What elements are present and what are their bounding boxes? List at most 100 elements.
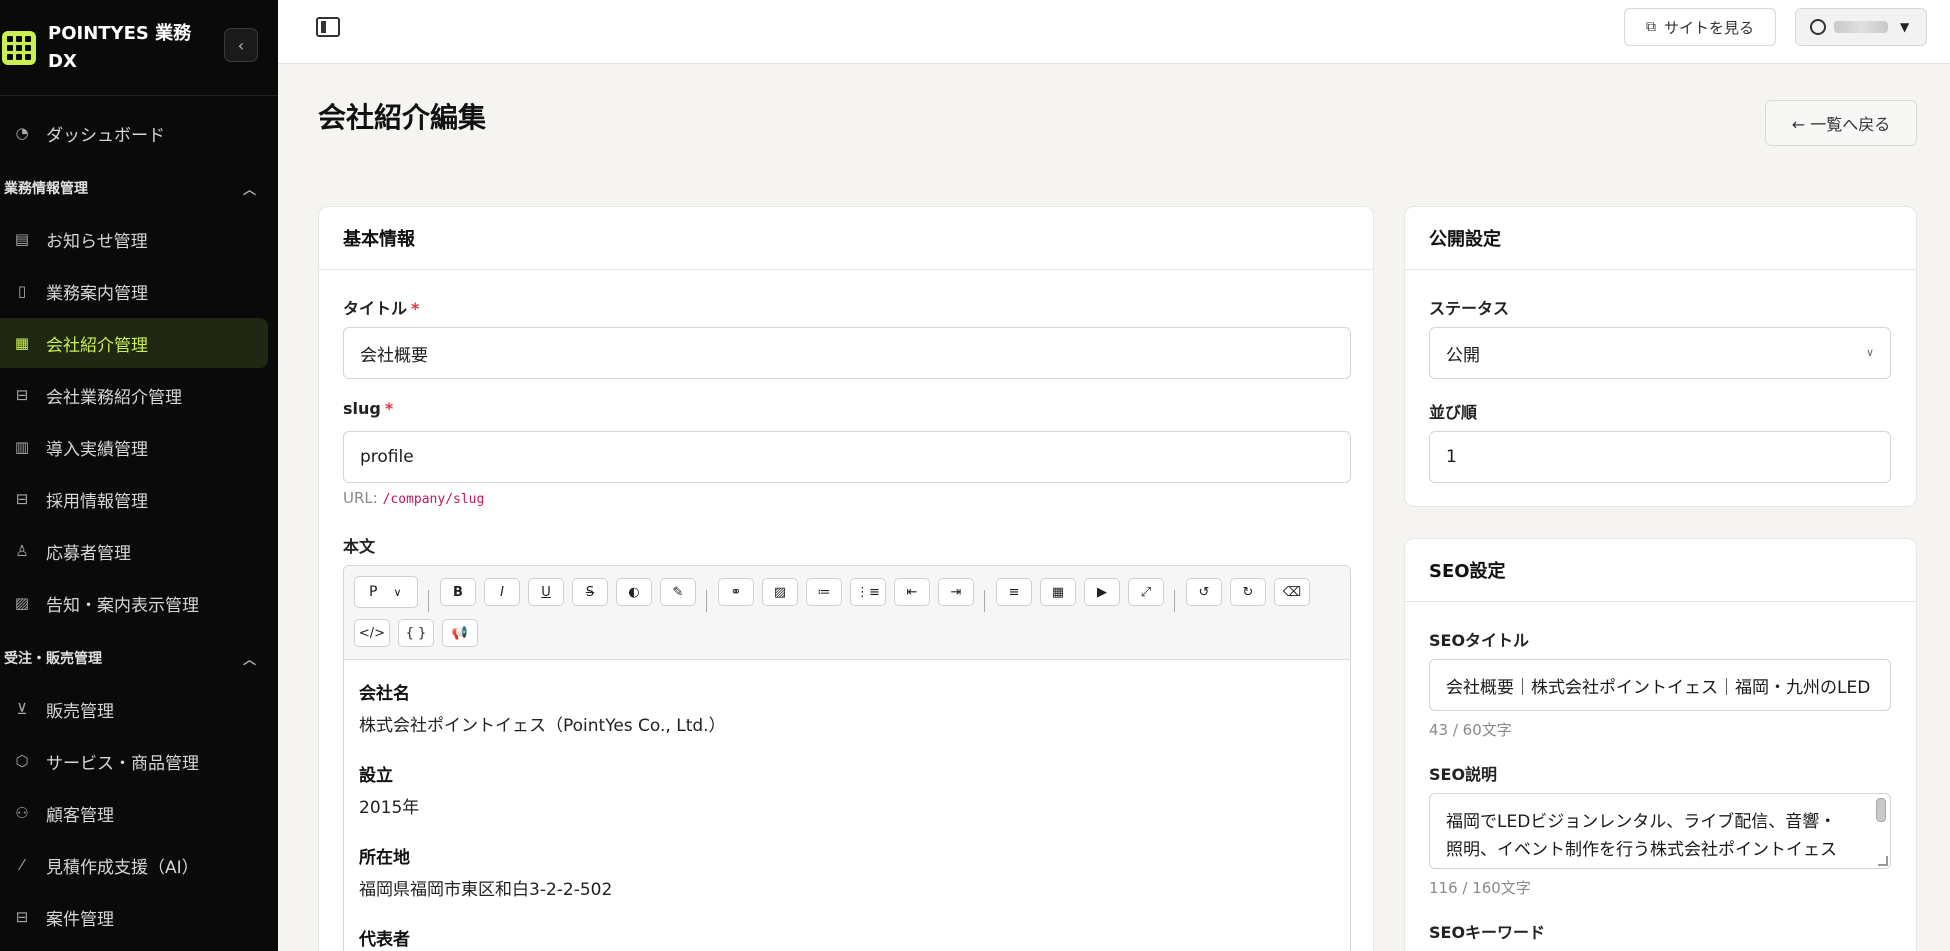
user-circle-icon [1810, 19, 1826, 35]
seo-settings-heading: SEO設定 [1405, 539, 1916, 602]
sidebar-item-label: 見積作成支援（AI） [46, 857, 199, 878]
sidebar-item-case-studies[interactable]: ▥ 導入実績管理 [0, 422, 268, 472]
sidebar-item-dashboard[interactable]: ◔ ダッシュボード [0, 108, 268, 158]
sidebar-section-title: 受注・販売管理 [4, 651, 102, 667]
seo-description-textarea[interactable]: 福岡でLEDビジョンレンタル、ライブ配信、音響・照明、イベント制作を行う株式会社… [1429, 793, 1891, 869]
building-icon: ▦ [14, 334, 30, 352]
user-check-icon: ♙ [15, 542, 29, 560]
body-label: 本文 [343, 537, 376, 556]
underline-button[interactable]: U [528, 578, 564, 606]
document-icon: ▯ [17, 282, 27, 300]
seo-keywords-label: SEOキーワード [1429, 923, 1546, 942]
body-item-value: 福岡県福岡市東区和白3-2-2-502 [359, 880, 613, 900]
sidebar-item-projects[interactable]: ⊟ 案件管理 [0, 892, 268, 942]
sidebar-item-company-intro[interactable]: ▦ 会社紹介管理 [0, 318, 268, 368]
briefcase-icon: ⊟ [15, 908, 29, 926]
seo-settings-card: SEO設定 SEOタイトル 会社概要｜株式会社ポイントイェス｜福岡・九州のLED… [1404, 538, 1917, 951]
basic-info-heading: 基本情報 [319, 207, 1373, 270]
code-block-icon[interactable]: { } [398, 619, 434, 647]
topbar: ⧉ サイトを見る ▼ [278, 0, 1950, 64]
chevron-up-icon: ︿ [242, 182, 256, 198]
sidebar-item-products[interactable]: ⬡ サービス・商品管理 [0, 736, 268, 786]
seo-title-input[interactable]: 会社概要｜株式会社ポイントイェス｜福岡・九州のLED [1429, 659, 1891, 711]
bold-button[interactable]: B [440, 578, 476, 606]
undo-icon[interactable]: ↺ [1186, 578, 1222, 606]
eraser-icon[interactable]: ⌫ [1274, 578, 1310, 606]
sidebar-item-label: 応募者管理 [46, 543, 131, 564]
body-item-label: 設立 [359, 766, 393, 786]
highlighter-icon[interactable]: ✎ [660, 578, 696, 606]
view-site-button[interactable]: ⧉ サイトを見る [1624, 8, 1776, 46]
palette-icon[interactable]: ◐ [616, 578, 652, 606]
video-icon[interactable]: ▶ [1084, 578, 1120, 606]
sidebar-item-label: ダッシュボード [46, 125, 165, 146]
sidebar-item-company-business[interactable]: ⊟ 会社業務紹介管理 [0, 370, 268, 420]
sidebar-item-label: 業務案内管理 [46, 283, 148, 304]
body-item-value: 株式会社ポイントイェス（PointYes Co., Ltd.） [359, 716, 726, 736]
numbered-list-icon[interactable]: ⋮≡ [850, 578, 886, 606]
briefcase-icon: ⊟ [15, 386, 29, 404]
status-label: ステータス [1429, 299, 1510, 318]
sidebar-item-business-guide[interactable]: ▯ 業務案内管理 [0, 266, 268, 316]
align-icon[interactable]: ≡ [996, 578, 1032, 606]
grid-logo-icon [2, 30, 36, 65]
resize-handle-icon[interactable] [1878, 856, 1888, 866]
link-icon[interactable]: ⚭ [718, 578, 754, 606]
sidebar-item-customers[interactable]: ⚇ 顧客管理 [0, 788, 268, 838]
user-menu-button[interactable]: ▼ [1795, 8, 1927, 46]
strikethrough-button[interactable]: S [572, 578, 608, 606]
sidebar-section-title: 業務情報管理 [4, 181, 88, 197]
body-item-label: 代表者 [359, 930, 410, 950]
sidebar-item-notices[interactable]: ▨ 告知・案内表示管理 [0, 578, 268, 628]
view-site-label: サイトを見る [1663, 18, 1754, 37]
title-label: タイトル * [343, 299, 420, 318]
body-item-value: 2015年 [359, 798, 420, 818]
table-icon[interactable]: ▦ [1040, 578, 1076, 606]
sidebar-item-applicants[interactable]: ♙ 応募者管理 [0, 526, 268, 576]
title-input[interactable]: 会社概要 [343, 327, 1351, 379]
editor-content[interactable]: 会社名 株式会社ポイントイェス（PointYes Co., Ltd.） 設立 2… [344, 660, 1350, 951]
textarea-scrollbar[interactable] [1876, 798, 1886, 822]
fullscreen-icon[interactable]: ⤢ [1128, 578, 1164, 606]
chevron-left-icon: ‹ [237, 35, 245, 55]
brand-name: POINTYES 業務 DX [48, 22, 192, 72]
publish-settings-heading: 公開設定 [1405, 207, 1916, 270]
sidebar-section-sales[interactable]: 受注・販売管理 ︿ [0, 634, 278, 682]
sidebar-item-label: 採用情報管理 [46, 491, 148, 512]
back-to-list-button[interactable]: ← 一覧へ戻る [1765, 100, 1917, 146]
caret-down-icon: ▼ [1900, 20, 1910, 34]
chevron-down-icon: ∨ [1865, 346, 1874, 359]
sidebar-item-label: お知らせ管理 [46, 231, 148, 252]
order-label: 並び順 [1429, 403, 1478, 422]
body-item-label: 所在地 [359, 848, 410, 868]
order-input[interactable]: 1 [1429, 431, 1891, 483]
seo-description-label: SEO説明 [1429, 765, 1498, 784]
sidebar-item-news[interactable]: ▤ お知らせ管理 [0, 214, 268, 264]
sidebar-item-label: 会社紹介管理 [46, 335, 148, 356]
slug-input[interactable]: profile [343, 431, 1351, 483]
megaphone-icon[interactable]: 📢 [442, 619, 478, 647]
magic-wand-icon: ⁄ [20, 856, 24, 874]
sidebar-item-ai-estimate[interactable]: ⁄ 見積作成支援（AI） [0, 840, 268, 890]
sidebar-item-sales[interactable]: ⊻ 販売管理 [0, 684, 268, 734]
image-insert-icon[interactable]: ▨ [762, 578, 798, 606]
chevron-down-icon: ∨ [393, 585, 402, 599]
paragraph-style-select[interactable]: P ∨ [354, 576, 418, 608]
indent-icon[interactable]: ⇥ [938, 578, 974, 606]
seo-title-count: 43 / 60文字 [1429, 721, 1512, 739]
collapse-sidebar-button[interactable]: ‹ [224, 28, 258, 62]
redo-icon[interactable]: ↻ [1230, 578, 1266, 606]
code-view-icon[interactable]: </> [354, 619, 390, 647]
sidebar-toggle-icon[interactable] [316, 17, 340, 37]
sidebar-item-recruitment[interactable]: ⊟ 採用情報管理 [0, 474, 268, 524]
bullet-list-icon[interactable]: ≔ [806, 578, 842, 606]
basic-info-card: 基本情報 タイトル * 会社概要 slug * profile URL: /comp… [318, 206, 1374, 951]
box-icon: ⬡ [15, 752, 29, 770]
status-select[interactable]: 公開 ∨ [1429, 327, 1891, 379]
rich-text-editor: P ∨ B I U S ◐ ✎ ⚭ ▨ ≔ ⋮≡ ⇤ ⇥ ≡ ▦ ▶ ⤢ ↺ ↻ … [343, 565, 1351, 951]
sidebar-section-business-info[interactable]: 業務情報管理 ︿ [0, 164, 278, 212]
italic-button[interactable]: I [484, 578, 520, 606]
body-item-label: 会社名 [359, 684, 410, 704]
sidebar-item-label: 顧客管理 [46, 805, 114, 826]
outdent-icon[interactable]: ⇤ [894, 578, 930, 606]
